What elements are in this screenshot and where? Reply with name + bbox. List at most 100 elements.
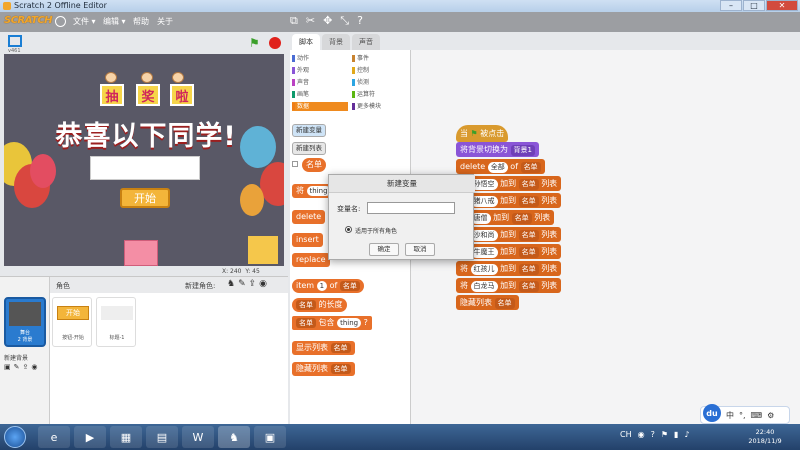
taskbar-scratch-icon[interactable]: ♞ <box>218 426 250 448</box>
item-block-index[interactable]: 1 <box>316 281 328 291</box>
hide-list-block[interactable]: 隐藏列表 名单 <box>456 295 519 310</box>
contains-block-list-dropdown[interactable]: 名单 <box>296 318 316 328</box>
add-list-dropdown[interactable]: 名单 <box>518 179 539 190</box>
backdrop-dropdown[interactable]: 背景1 <box>510 145 536 156</box>
taskbar-app-icon[interactable]: ▦ <box>110 426 142 448</box>
add-to-list-block[interactable]: 将 红孩儿 加到 名单 列表 <box>456 261 562 276</box>
replace-item-block[interactable]: replace <box>292 253 330 267</box>
maximize-button[interactable]: □ <box>743 0 765 11</box>
stop-sign-icon[interactable] <box>269 37 281 49</box>
tray-flag-icon[interactable]: ⚑ <box>661 430 668 439</box>
punctuation-icon[interactable]: °, <box>739 411 746 420</box>
tray-volume-icon[interactable]: ♪ <box>684 430 689 439</box>
contains-block-value[interactable]: thing <box>337 318 362 328</box>
add-block-value[interactable]: thing <box>306 186 331 196</box>
presentation-mode-icon[interactable] <box>8 35 22 47</box>
delete-list-dropdown[interactable]: 名单 <box>520 162 541 173</box>
upload-icon[interactable]: ⇪ <box>249 279 257 289</box>
tray-help-icon[interactable]: ? <box>651 430 655 439</box>
taskbar-clock[interactable]: 22:40 2018/11/9 <box>735 428 795 446</box>
when-flag-clicked-block[interactable]: 当 ⚑ 被点击 <box>456 125 509 142</box>
baidu-ime-logo[interactable]: du <box>703 404 721 422</box>
sprite-thumbnail[interactable]: 标题-1 <box>96 297 136 347</box>
category-sound[interactable]: 声音 <box>292 78 348 87</box>
tab-scripts[interactable]: 脚本 <box>292 34 320 50</box>
taskbar-explorer-icon[interactable]: ▤ <box>146 426 178 448</box>
new-variable-button[interactable]: 新建变量 <box>292 124 326 137</box>
category-pen[interactable]: 画笔 <box>292 90 348 99</box>
cancel-button[interactable]: 取消 <box>405 243 435 256</box>
image-library-icon[interactable]: ▣ <box>4 363 11 371</box>
add-list-dropdown[interactable]: 名单 <box>518 196 539 207</box>
paint-brush-icon[interactable]: ✎ <box>14 363 20 371</box>
new-list-button[interactable]: 新建列表 <box>292 142 326 155</box>
category-more-blocks[interactable]: 更多模块 <box>352 102 408 111</box>
switch-backdrop-block[interactable]: 将背景切换为 背景1 <box>456 142 540 157</box>
help-question-icon[interactable]: ? <box>357 15 363 27</box>
add-name[interactable]: 猪八戒 <box>470 196 498 207</box>
menu-file[interactable]: 文件 ▾ <box>73 16 96 27</box>
add-name[interactable]: 沙和尚 <box>470 230 498 241</box>
item-of-list-block[interactable]: item 1 of 名单 <box>292 279 364 293</box>
taskbar-word-icon[interactable]: W <box>182 426 214 448</box>
camera-icon[interactable]: ◉ <box>31 363 37 371</box>
settings-icon[interactable]: ⚙ <box>767 411 774 420</box>
menu-help[interactable]: 帮助 <box>133 16 149 27</box>
language-globe-icon[interactable] <box>55 16 66 27</box>
hide-block-list-dropdown[interactable]: 名单 <box>330 364 351 374</box>
show-list-block[interactable]: 显示列表 名单 <box>292 341 355 355</box>
green-flag-icon[interactable]: ⚑ <box>249 36 260 50</box>
upload-icon[interactable]: ⇪ <box>23 363 29 371</box>
length-of-list-block[interactable]: 名单 的长度 <box>292 298 347 312</box>
paint-brush-icon[interactable]: ✎ <box>238 279 246 289</box>
close-button[interactable]: ✕ <box>766 0 798 11</box>
taskbar-media-player-icon[interactable]: ▶ <box>74 426 106 448</box>
category-sensing[interactable]: 侦测 <box>352 78 408 87</box>
category-motion[interactable]: 动作 <box>292 54 348 63</box>
stage-thumbnail[interactable]: 舞台 2 背景 <box>4 297 46 347</box>
taskbar-ie-icon[interactable]: e <box>38 426 70 448</box>
tray-language-indicator[interactable]: CH <box>620 430 632 439</box>
add-list-dropdown[interactable]: 名单 <box>511 213 532 224</box>
sprite-thumbnail[interactable]: 开始 按钮-开始 <box>52 297 92 347</box>
ok-button[interactable]: 确定 <box>369 243 399 256</box>
tab-sounds[interactable]: 声音 <box>352 34 380 50</box>
tray-ime-icon[interactable]: ◉ <box>638 430 645 439</box>
category-operators[interactable]: 运算符 <box>352 90 408 99</box>
add-to-list-block[interactable]: 将 白龙马 加到 名单 列表 <box>456 278 562 293</box>
add-name[interactable]: 白龙马 <box>470 281 498 292</box>
tab-backdrops[interactable]: 背景 <box>322 34 350 50</box>
category-events[interactable]: 事件 <box>352 54 408 63</box>
minimize-button[interactable]: – <box>720 0 742 11</box>
duplicate-stamp-icon[interactable]: ⧉ <box>290 15 298 27</box>
camera-icon[interactable]: ◉ <box>259 279 267 289</box>
sprite-library-icon[interactable]: ♞ <box>227 279 235 289</box>
add-list-dropdown[interactable]: 名单 <box>518 247 539 258</box>
tray-network-icon[interactable]: ▮ <box>674 430 678 439</box>
category-looks[interactable]: 外观 <box>292 66 348 75</box>
category-data[interactable]: 数据 <box>292 102 348 111</box>
stage-start-button[interactable]: 开始 <box>120 188 170 208</box>
list-checkbox[interactable] <box>292 161 298 167</box>
hide-list-block[interactable]: 隐藏列表 名单 <box>292 362 355 376</box>
taskbar-app-icon[interactable]: ▣ <box>254 426 286 448</box>
add-name[interactable]: 红孩儿 <box>470 264 498 275</box>
cut-scissors-icon[interactable]: ✂ <box>306 15 315 27</box>
keyboard-icon[interactable]: ⌨ <box>751 411 763 420</box>
add-name[interactable]: 牛魔王 <box>470 247 498 258</box>
ime-mode-toggle[interactable]: 中 <box>726 410 734 421</box>
variable-name-input[interactable] <box>367 202 455 214</box>
hide-list-dropdown[interactable]: 名单 <box>494 298 515 309</box>
menu-edit[interactable]: 编辑 ▾ <box>103 16 126 27</box>
category-control[interactable]: 控制 <box>352 66 408 75</box>
grow-icon[interactable]: ✥ <box>323 15 332 27</box>
delete-all-block[interactable]: delete 全部 of 名单 <box>456 159 545 174</box>
add-list-dropdown[interactable]: 名单 <box>518 281 539 292</box>
list-reporter-block[interactable]: 名单 <box>302 158 326 172</box>
start-button[interactable] <box>4 426 26 448</box>
show-block-list-dropdown[interactable]: 名单 <box>330 343 351 353</box>
delete-from-list-block[interactable]: delete <box>292 210 326 224</box>
for-all-sprites-radio[interactable] <box>345 226 352 233</box>
menu-about[interactable]: 关于 <box>157 16 173 27</box>
length-block-list-dropdown[interactable]: 名单 <box>296 300 316 310</box>
